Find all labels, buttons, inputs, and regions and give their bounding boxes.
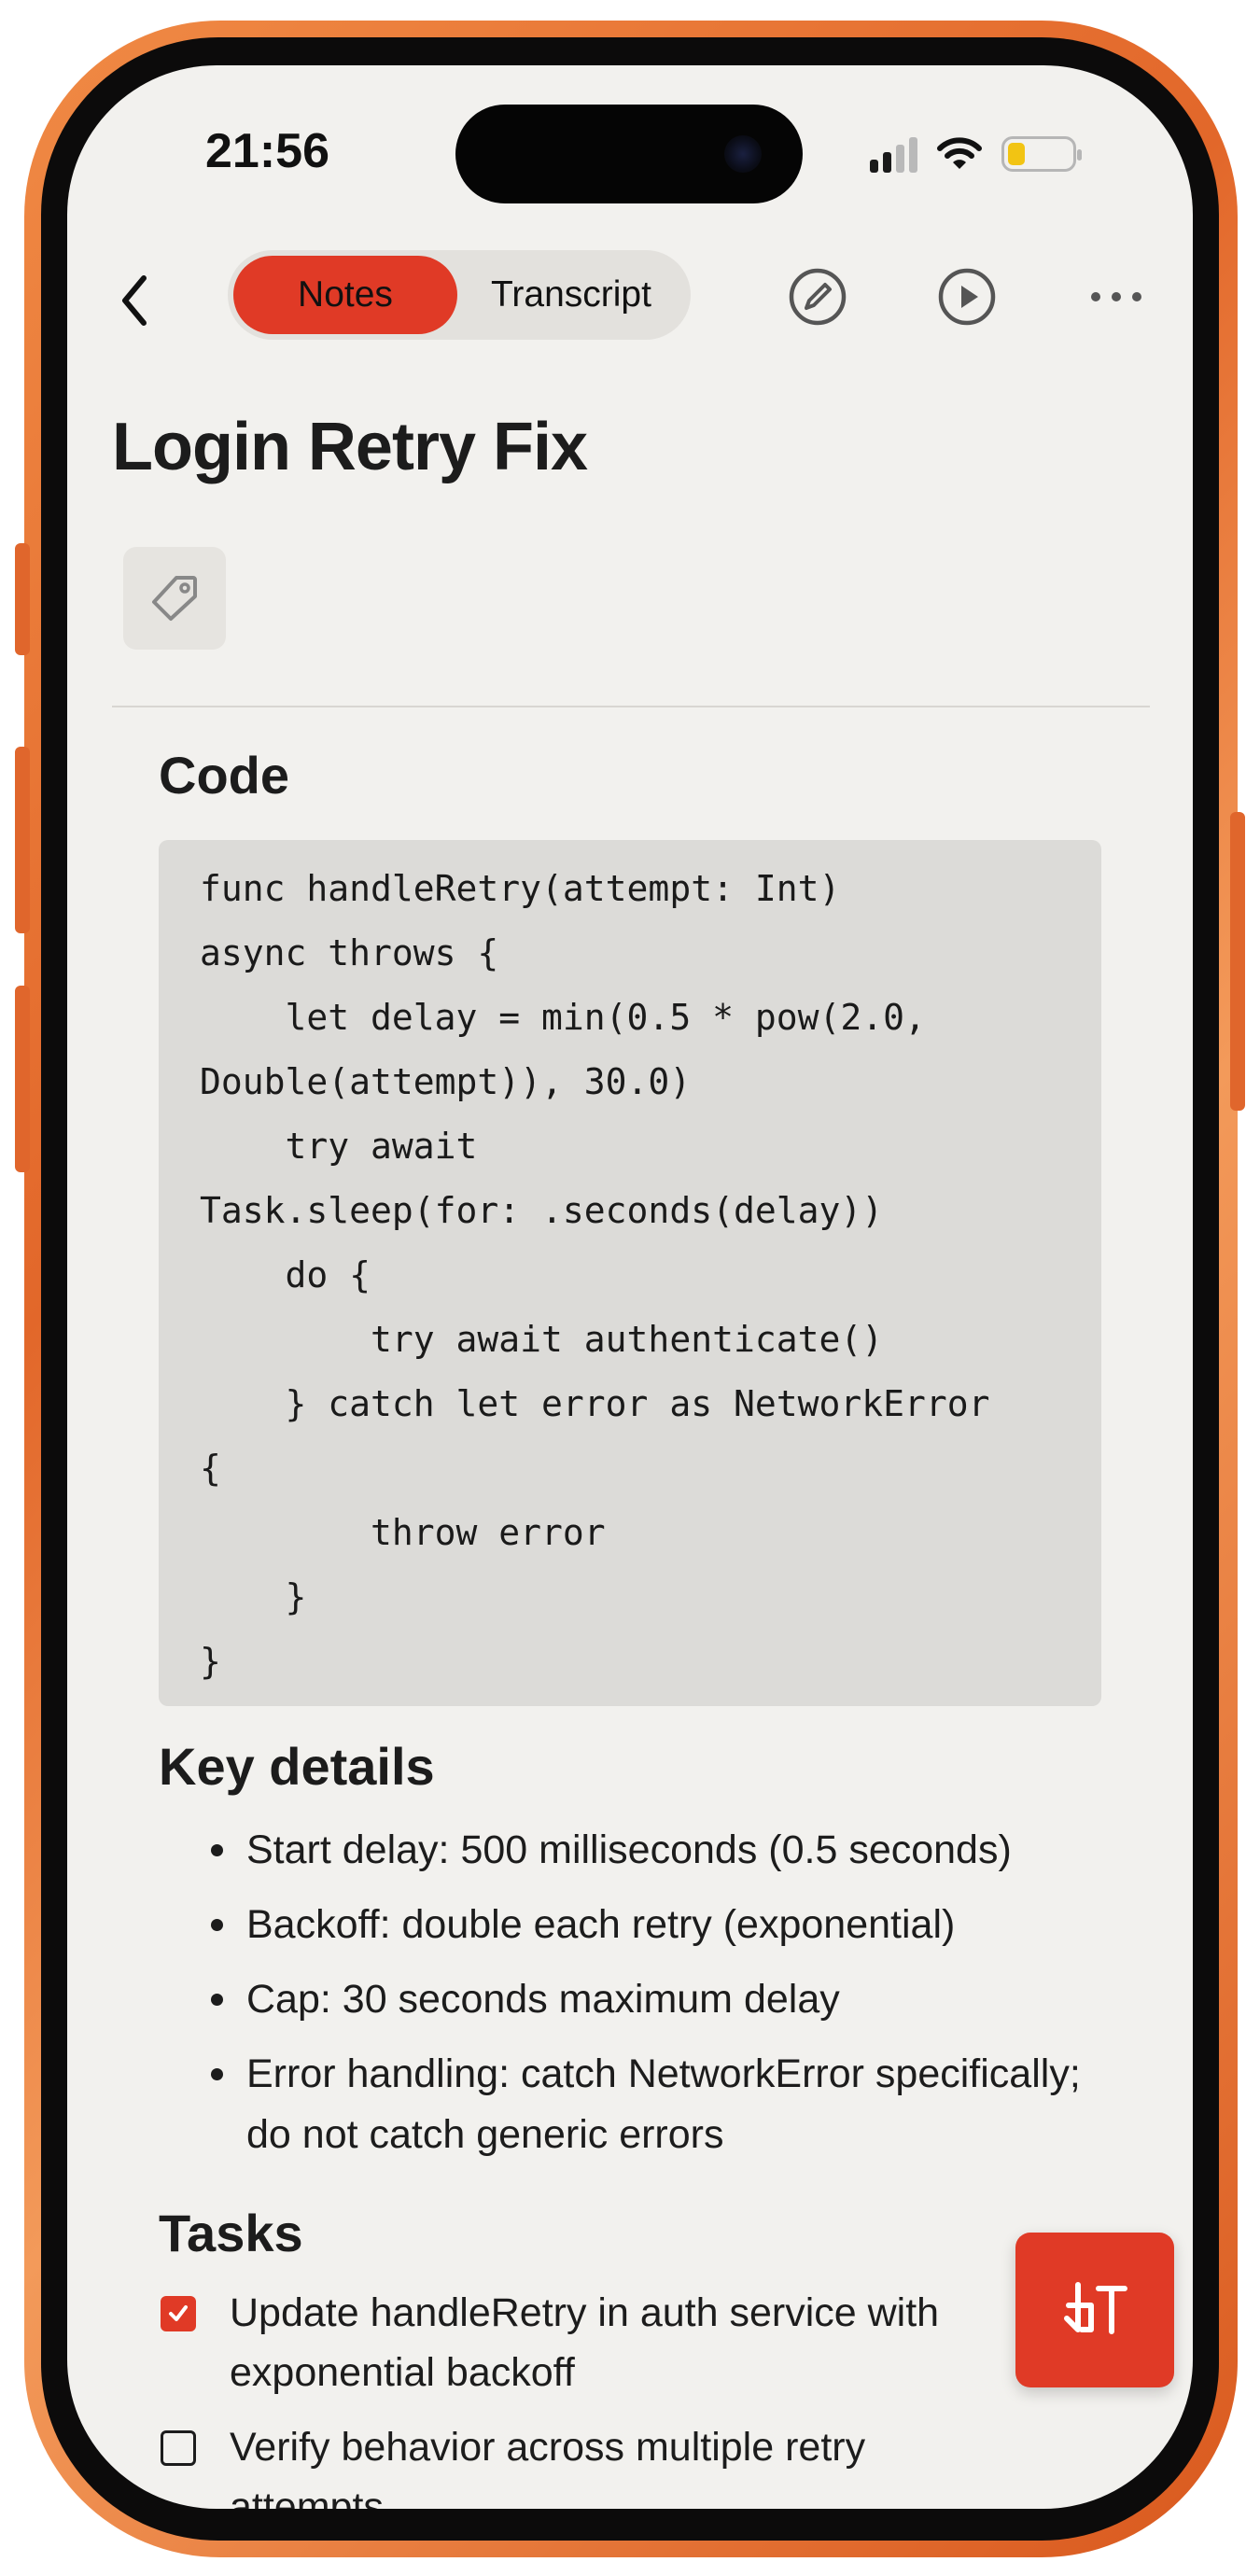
key-details-list: Start delay: 500 milliseconds (0.5 secon… <box>159 1820 1148 2179</box>
key-details-heading: Key details <box>159 1737 435 1796</box>
power-button <box>1230 812 1245 1111</box>
task-checkbox-checked[interactable] <box>161 2296 196 2331</box>
tab-notes[interactable]: Notes <box>233 256 457 334</box>
code-line: async throws { <box>200 932 499 973</box>
code-line: } <box>200 1641 221 1682</box>
add-tag-button[interactable] <box>123 547 226 650</box>
edit-button[interactable] <box>784 263 851 330</box>
list-item: Cap: 30 seconds maximum delay <box>159 1969 1148 2030</box>
volume-up-button <box>15 747 30 933</box>
transcribe-button[interactable] <box>1015 2233 1174 2387</box>
code-line: } <box>200 1576 307 1617</box>
code-line: try await authenticate() <box>200 1319 884 1360</box>
code-block: func handleRetry(attempt: Int) async thr… <box>159 840 1101 1706</box>
status-time: 21:56 <box>205 124 329 178</box>
task-text: Update handleRetry in auth service with … <box>230 2290 940 2395</box>
task-text: Verify behavior across multiple retry at… <box>230 2425 866 2509</box>
transcribe-icon <box>1064 2282 1127 2334</box>
code-line: Double(attempt)), 30.0) <box>200 1061 692 1102</box>
back-button[interactable] <box>106 263 162 338</box>
checkmark-icon <box>169 2305 188 2321</box>
tag-icon <box>152 576 197 621</box>
code-line: let delay = min(0.5 * pow(2.0, <box>200 997 926 1038</box>
wifi-icon <box>937 137 982 169</box>
chevron-left-icon <box>122 275 147 326</box>
code-line: try await <box>200 1126 478 1167</box>
tab-transcript[interactable]: Transcript <box>457 256 685 334</box>
view-segmented-control: Notes Transcript <box>228 250 691 340</box>
code-line: func handleRetry(attempt: Int) <box>200 868 841 909</box>
dynamic-island <box>455 105 803 203</box>
code-line: { <box>200 1448 221 1489</box>
code-heading: Code <box>159 746 289 805</box>
ellipsis-icon <box>1091 292 1141 301</box>
cellular-signal-icon <box>870 135 917 173</box>
action-button <box>15 543 30 655</box>
volume-down-button <box>15 986 30 1172</box>
battery-icon <box>1001 136 1082 172</box>
pencil-circle-icon <box>789 268 847 326</box>
code-line: Task.sleep(for: .seconds(delay)) <box>200 1190 884 1231</box>
screen: 21:56 Notes Transcript Login Retry Fix C… <box>67 65 1193 2509</box>
task-item: Update handleRetry in auth service with … <box>161 2283 963 2402</box>
status-icons <box>870 131 1082 177</box>
code-line: throw error <box>200 1512 606 1553</box>
play-circle-icon <box>938 268 996 326</box>
task-checkbox[interactable] <box>161 2430 196 2466</box>
page-title: Login Retry Fix <box>112 410 588 484</box>
play-button[interactable] <box>933 263 1001 330</box>
camera-icon <box>724 135 762 173</box>
list-item: Start delay: 500 milliseconds (0.5 secon… <box>159 1820 1148 1881</box>
tasks-heading: Tasks <box>159 2204 303 2262</box>
list-item: Backoff: double each retry (exponential) <box>159 1895 1148 1955</box>
more-button[interactable] <box>1083 263 1150 330</box>
divider <box>112 706 1150 707</box>
code-line: do { <box>200 1254 371 1295</box>
list-item: Error handling: catch NetworkError speci… <box>159 2044 1101 2165</box>
code-line: } catch let error as NetworkError <box>200 1383 990 1424</box>
task-item: Verify behavior across multiple retry at… <box>161 2417 963 2509</box>
